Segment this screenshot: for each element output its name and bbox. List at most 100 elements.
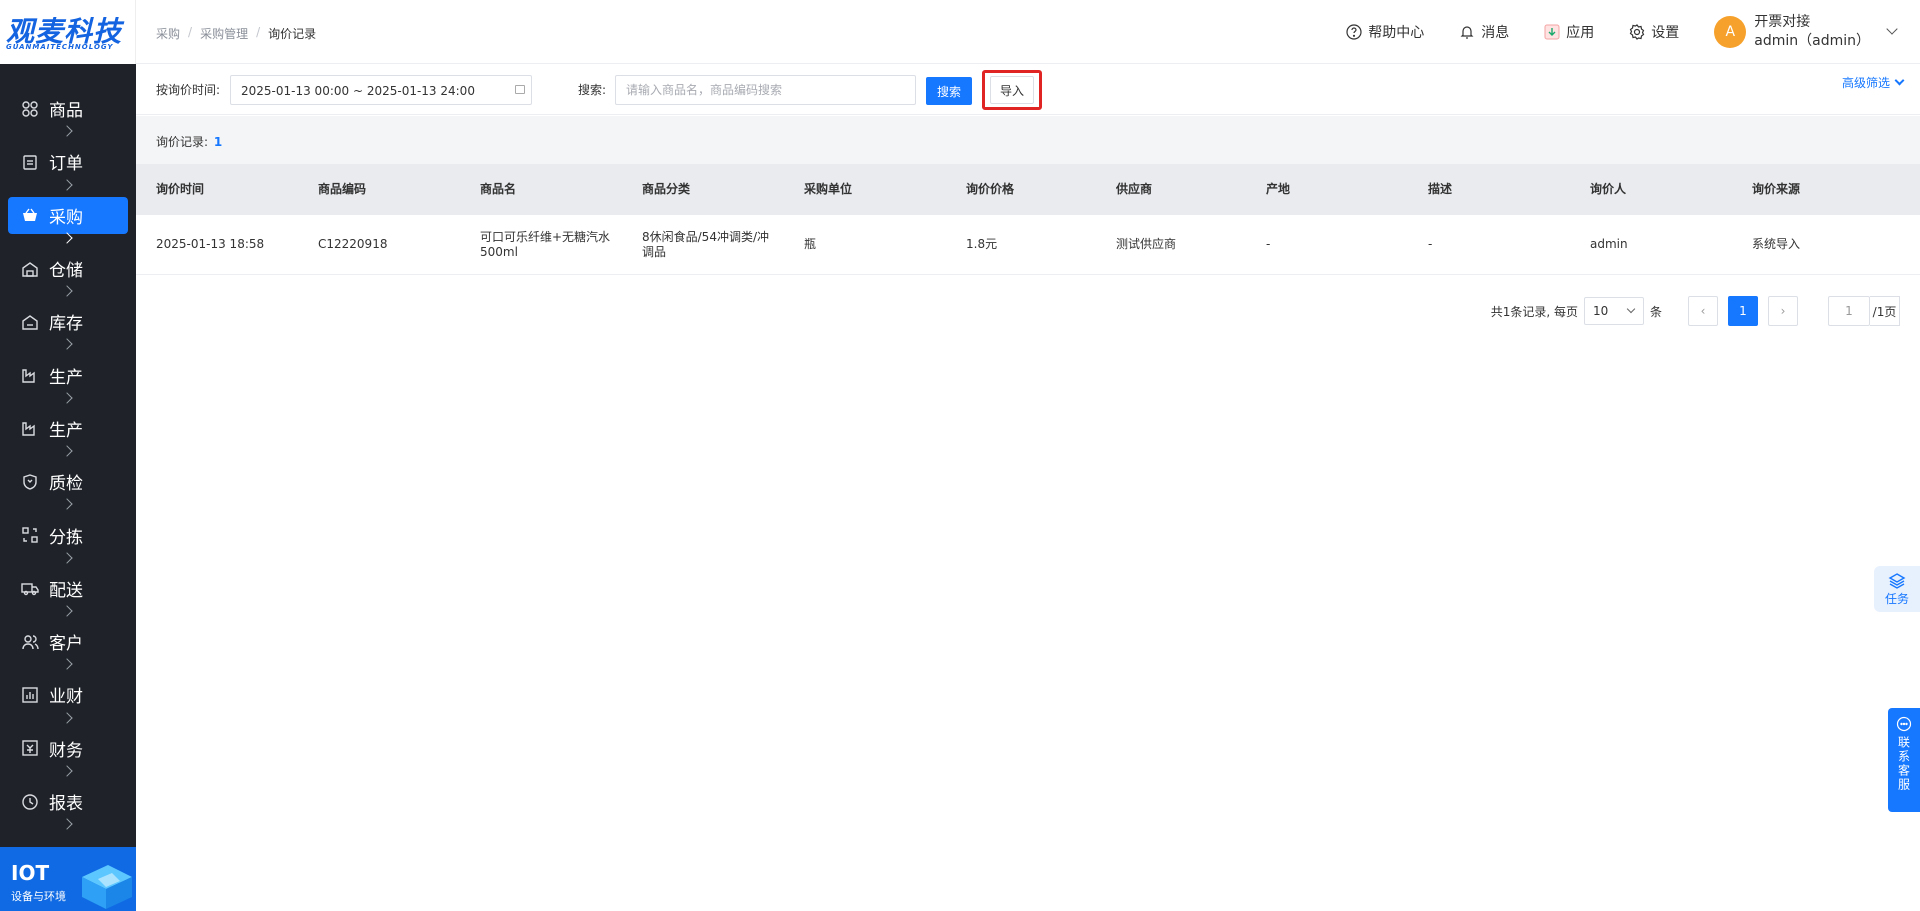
apps-label: 应用 <box>1566 25 1595 41</box>
task-label: 任务 <box>1884 591 1909 606</box>
sidebar-item-label: 生产 <box>49 420 83 441</box>
sort-icon <box>22 527 38 543</box>
help-center-link[interactable]: 帮助中心 <box>1346 22 1424 42</box>
search-button[interactable]: 搜索 <box>926 77 972 105</box>
messages-link[interactable]: 消息 <box>1459 22 1509 42</box>
download-app-icon <box>1544 24 1560 40</box>
sidebar-item-purchase[interactable]: 采购 <box>0 189 136 244</box>
sidebar-item-reports[interactable]: 报表 <box>0 775 136 830</box>
sidebar-item-label: 客户 <box>49 634 83 655</box>
sidebar-item-quality[interactable]: 质检 <box>0 455 136 511</box>
date-filter-label: 按询价时间: <box>156 83 221 97</box>
column-header: 产地 <box>1266 182 1291 196</box>
breadcrumb-separator: / <box>256 25 261 39</box>
date-range-picker[interactable]: 2025-01-13 00:00 ~ 2025-01-13 24:00 <box>230 75 532 105</box>
table-cell: 测试供应商 <box>1116 237 1177 251</box>
gear-icon <box>1630 24 1645 40</box>
basket-icon <box>23 208 37 222</box>
breadcrumb: 采购 / 采购管理 / 询价记录 <box>156 25 316 42</box>
column-header: 供应商 <box>1116 182 1153 196</box>
chat-icon <box>1896 716 1912 732</box>
import-button-highlight: 导入 <box>982 70 1042 110</box>
page-jump-input[interactable]: 1 <box>1828 296 1870 326</box>
table-cell: 系统导入 <box>1752 237 1801 251</box>
advanced-filter-label: 高级筛选 <box>1841 76 1890 90</box>
iot-banner[interactable]: IOT 设备与环境 <box>0 847 136 911</box>
table-row[interactable]: 2025-01-13 18:58 C12220918 可口可乐纤维+无糖汽水50… <box>136 215 1920 275</box>
chevron-down-icon <box>1886 23 1898 35</box>
sidebar-item-goods[interactable]: 商品 <box>0 82 136 137</box>
sidebar-item-label: 订单 <box>49 154 83 175</box>
sidebar-item-orders[interactable]: 订单 <box>0 135 136 191</box>
users-icon <box>22 634 39 649</box>
sidebar-item-label: 商品 <box>49 101 83 122</box>
contact-service-label: 联系客服 <box>1896 736 1911 792</box>
next-page-button[interactable]: › <box>1768 296 1798 326</box>
iot-cube-icon <box>82 865 132 909</box>
sidebar-item-production-2[interactable]: 生产 <box>0 402 136 457</box>
calendar-icon <box>515 85 525 94</box>
sidebar-item-label: 配送 <box>49 580 83 601</box>
page-size-select[interactable]: 10 <box>1583 297 1644 325</box>
task-float-button[interactable]: 任务 <box>1874 566 1920 612</box>
grid-icon <box>22 100 38 117</box>
sidebar-item-label: 报表 <box>49 794 83 814</box>
sidebar-item-label: 仓储 <box>49 261 83 282</box>
sidebar-item-finance[interactable]: 财务 <box>0 722 136 777</box>
breadcrumb-item[interactable]: 采购 <box>156 25 180 42</box>
sidebar-item-inventory[interactable]: 库存 <box>0 295 136 351</box>
sidebar-item-label: 财务 <box>49 740 83 761</box>
help-center-label: 帮助中心 <box>1368 25 1425 41</box>
bell-icon <box>1460 26 1474 39</box>
user-account: admin（admin） <box>1754 33 1870 49</box>
sidebar-item-delivery[interactable]: 配送 <box>0 562 136 617</box>
page-button-current[interactable]: 1 <box>1728 296 1758 326</box>
sidebar-item-sorting[interactable]: 分拣 <box>0 508 136 564</box>
settings-link[interactable]: 设置 <box>1629 22 1679 42</box>
sidebar-item-label: 业财 <box>49 687 83 708</box>
avatar: A <box>1714 16 1747 48</box>
import-button[interactable]: 导入 <box>990 76 1034 104</box>
prev-page-button[interactable]: ‹ <box>1688 296 1718 326</box>
date-range-value: 2025-01-13 00:00 ~ 2025-01-13 24:00 <box>241 84 475 98</box>
breadcrumb-item[interactable]: 采购管理 <box>200 25 248 42</box>
sidebar-item-label: 库存 <box>49 314 83 335</box>
user-menu[interactable]: A 开票对接 admin（admin） <box>1714 13 1898 51</box>
page-size-unit: 条 <box>1649 304 1662 319</box>
table-cell: - <box>1428 237 1433 251</box>
sidebar-nav: 商品 订单 采购 仓储 库存 生产 生产 质检 分拣 配送 客户 业财 财务 报… <box>0 82 136 830</box>
table-cell: 可口可乐纤维+无糖汽水500ml <box>480 229 611 259</box>
finance-icon <box>22 740 38 756</box>
advanced-filter-toggle[interactable]: 高级筛选 <box>1841 74 1905 91</box>
sidebar-item-label: 采购 <box>49 207 83 228</box>
search-input[interactable] <box>615 75 916 105</box>
shield-icon <box>23 473 37 490</box>
top-header: 采购 / 采购管理 / 询价记录 帮助中心 消息 应用 设置 A 开票对接 ad… <box>136 0 1920 64</box>
contact-service-button[interactable]: 联系客服 <box>1888 708 1920 812</box>
column-header: 询价时间 <box>156 182 205 196</box>
truck-icon <box>21 583 39 596</box>
column-header: 询价价格 <box>966 182 1015 196</box>
table-header: 询价时间 商品编码 商品名 商品分类 采购单位 询价价格 供应商 产地 描述 询… <box>136 164 1920 215</box>
chevron-down-icon <box>1894 75 1905 86</box>
sidebar-item-label: 质检 <box>49 474 83 495</box>
sidebar-item-storage[interactable]: 仓储 <box>0 242 136 297</box>
column-header: 询价来源 <box>1752 182 1801 196</box>
clipboard-icon <box>23 155 37 170</box>
column-header: 描述 <box>1428 182 1453 196</box>
breadcrumb-separator: / <box>188 25 193 39</box>
chevron-down-icon <box>1626 304 1636 314</box>
sidebar-item-customers[interactable]: 客户 <box>0 615 136 670</box>
table-cell: admin <box>1590 237 1628 251</box>
inventory-icon <box>22 314 38 330</box>
sidebar-item-business-finance[interactable]: 业财 <box>0 668 136 724</box>
sidebar-item-production[interactable]: 生产 <box>0 348 136 404</box>
column-header: 采购单位 <box>804 182 853 196</box>
logo[interactable]: 观麦科技 GUANMAITECHNOLOGY <box>0 0 136 64</box>
bar-chart-icon <box>22 687 38 703</box>
column-header: 商品分类 <box>642 182 691 196</box>
apps-link[interactable]: 应用 <box>1544 22 1594 42</box>
chevron-right-icon <box>61 818 73 830</box>
table-cell: 8休闲食品/54冲调类/冲调品 <box>642 229 769 259</box>
clock-icon <box>22 793 38 810</box>
